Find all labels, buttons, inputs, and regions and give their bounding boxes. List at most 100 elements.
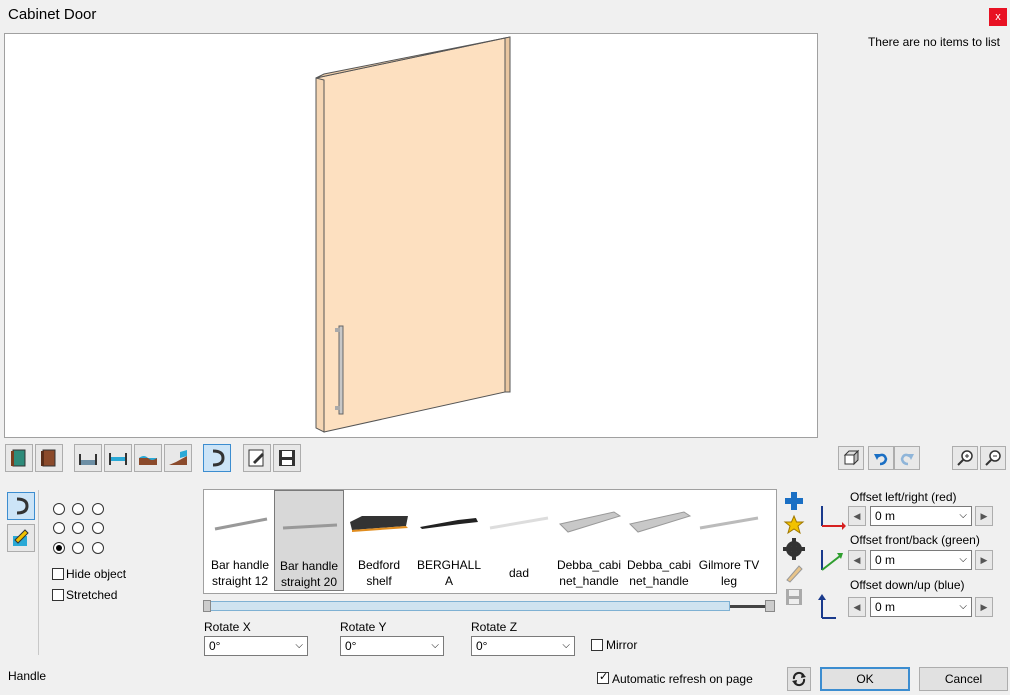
gallery-item-label: A	[444, 574, 453, 588]
add-item-button[interactable]	[783, 490, 809, 514]
offset-du-dropdown[interactable]: 0 m ⌵	[870, 597, 972, 617]
ok-button[interactable]: OK	[820, 667, 910, 691]
rotate-y-dropdown[interactable]: 0° ⌵	[340, 636, 444, 656]
gallery-item[interactable]: Debba_cabi net_handle	[554, 490, 624, 591]
door-panel-button[interactable]	[5, 444, 33, 472]
gallery-item-label: leg	[720, 574, 737, 588]
door-panel-icon	[11, 449, 26, 467]
offset-du-label: Offset down/up (blue)	[850, 578, 965, 592]
axis-blue-icon	[818, 594, 836, 619]
undo-icon	[874, 453, 888, 466]
position-radio-bottom-center[interactable]	[72, 542, 84, 554]
position-radio-middle-left[interactable]	[53, 522, 65, 534]
scrollbar-start-handle[interactable]	[203, 600, 211, 612]
save-button[interactable]	[273, 444, 301, 472]
gallery-item[interactable]: Debba_cabi net_handle	[624, 490, 694, 591]
gallery-item-label: Gilmore TV	[698, 558, 760, 572]
gallery-item-label: net_handle	[629, 574, 689, 588]
settings-button[interactable]	[783, 538, 809, 562]
auto-refresh-checkbox[interactable]	[597, 670, 609, 684]
auto-refresh-label: Automatic refresh on page	[612, 672, 753, 686]
rotate-z-dropdown[interactable]: 0° ⌵	[471, 636, 575, 656]
hide-object-checkbox[interactable]	[52, 568, 64, 580]
gallery-item-selected[interactable]: Bar handle straight 20	[274, 490, 344, 591]
edge-wave-button[interactable]	[134, 444, 162, 472]
edge-both-button[interactable]	[104, 444, 132, 472]
gilmore-leg-thumbnail	[699, 516, 759, 530]
cancel-button[interactable]: Cancel	[919, 667, 1008, 691]
offset-lr-increase[interactable]: ▶	[975, 506, 993, 526]
refresh-icon	[792, 671, 806, 687]
position-radio-top-left[interactable]	[53, 503, 65, 515]
bar-handle-thumbnail	[282, 523, 338, 530]
stretched-label: Stretched	[66, 588, 118, 602]
edge-slope-button[interactable]	[164, 444, 192, 472]
cabinet-door-preview	[315, 36, 511, 433]
paint-mode-button[interactable]	[7, 524, 35, 552]
chevron-down-icon: ⌵	[562, 640, 570, 651]
offset-lr-dropdown[interactable]: 0 m ⌵	[870, 506, 972, 526]
save-icon	[279, 450, 295, 466]
gallery-item[interactable]: Bedford shelf	[344, 490, 414, 591]
scrollbar-end-handle[interactable]	[765, 600, 775, 612]
handle-gallery[interactable]: Bar handle straight 12 Bar handle straight…	[203, 489, 777, 594]
cube-icon	[843, 449, 860, 466]
handle-tool-button[interactable]	[203, 444, 231, 472]
preview-viewport[interactable]	[4, 33, 818, 438]
gallery-item[interactable]: BERGHALL A	[414, 490, 484, 591]
position-radio-bottom-left[interactable]	[53, 542, 65, 554]
star-icon	[783, 514, 805, 535]
stretched-checkbox[interactable]	[52, 589, 64, 601]
gallery-item-label: Bedford	[357, 558, 401, 572]
dad-thumbnail	[489, 516, 549, 530]
zoom-in-button[interactable]	[952, 446, 978, 470]
save-item-button[interactable]	[783, 586, 809, 610]
gallery-item[interactable]: Bar handle straight 12	[205, 490, 275, 591]
zoom-out-button[interactable]	[980, 446, 1006, 470]
offset-lr-label: Offset left/right (red)	[850, 490, 957, 504]
position-radio-middle-center[interactable]	[72, 522, 84, 534]
handle-mode-button[interactable]	[7, 492, 35, 520]
edge-slope-icon	[169, 450, 187, 465]
rotate-z-value: 0°	[476, 639, 488, 653]
undo-button[interactable]	[868, 446, 894, 470]
gallery-item-label: Debba_cabi	[556, 558, 622, 572]
edge-bottom-button[interactable]	[74, 444, 102, 472]
gallery-item[interactable]: dad	[484, 490, 554, 591]
offset-fb-label: Offset front/back (green)	[850, 533, 980, 547]
redo-button[interactable]	[894, 446, 920, 470]
position-radio-top-center[interactable]	[72, 503, 84, 515]
gallery-item-label: Bar handle	[279, 559, 339, 573]
close-button[interactable]: x	[989, 8, 1007, 26]
gallery-scrollbar[interactable]	[203, 600, 775, 612]
chevron-down-icon: ⌵	[431, 640, 439, 651]
offset-fb-decrease[interactable]: ◀	[848, 550, 866, 570]
hide-object-label: Hide object	[66, 567, 127, 581]
offset-du-increase[interactable]: ▶	[975, 597, 993, 617]
gallery-item[interactable]: Gilmore TV leg	[694, 490, 764, 591]
position-radio-middle-right[interactable]	[92, 522, 104, 534]
edit-item-button[interactable]	[783, 562, 809, 586]
chevron-down-icon: ⌵	[959, 554, 967, 565]
offset-fb-increase[interactable]: ▶	[975, 550, 993, 570]
gallery-item-label: Debba_cabi	[626, 558, 692, 572]
plus-icon	[785, 492, 803, 510]
position-radio-top-right[interactable]	[92, 503, 104, 515]
door-panel-wood-button[interactable]	[35, 444, 63, 472]
rotate-z-label: Rotate Z	[471, 620, 518, 634]
mirror-checkbox[interactable]	[591, 639, 603, 651]
refresh-button[interactable]	[787, 667, 811, 691]
position-radio-bottom-right[interactable]	[92, 542, 104, 554]
offset-fb-dropdown[interactable]: 0 m ⌵	[870, 550, 972, 570]
items-list-empty: There are no items to list	[867, 35, 1000, 49]
view-3d-button[interactable]	[838, 446, 864, 470]
edit-icon	[248, 449, 264, 467]
edge-both-icon	[109, 453, 127, 465]
status-text: Handle	[8, 669, 47, 683]
offset-lr-decrease[interactable]: ◀	[848, 506, 866, 526]
favorite-button[interactable]	[783, 514, 809, 538]
rotate-x-dropdown[interactable]: 0° ⌵	[204, 636, 308, 656]
edit-button[interactable]	[243, 444, 271, 472]
scrollbar-thumb[interactable]	[206, 601, 730, 611]
offset-du-decrease[interactable]: ◀	[848, 597, 866, 617]
